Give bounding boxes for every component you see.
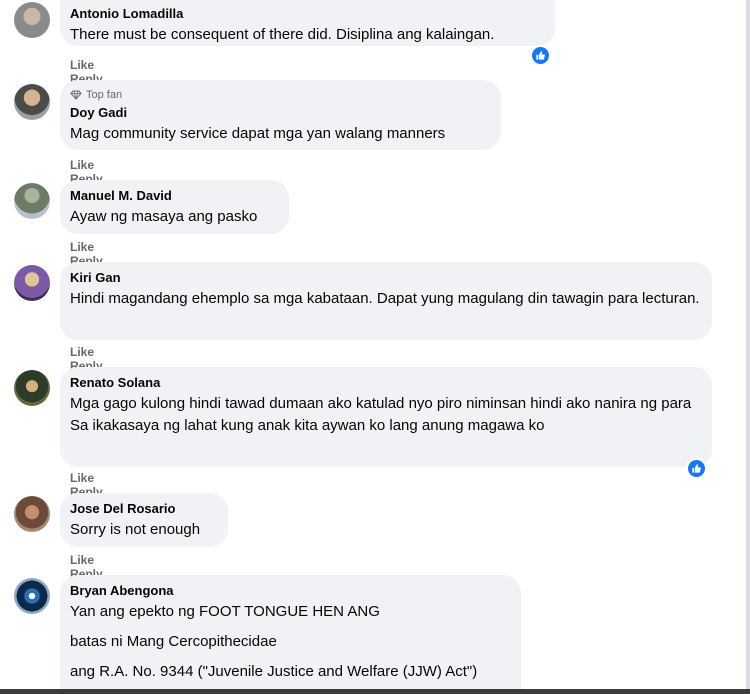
- commenter-name[interactable]: Bryan Abengona: [70, 583, 509, 599]
- like-button[interactable]: Like: [70, 158, 94, 172]
- commenter-name[interactable]: Antonio Lomadilla: [70, 6, 543, 22]
- thumbs-up-icon: [531, 46, 549, 64]
- avatar[interactable]: [14, 370, 50, 406]
- comment-bubble: Antonio Lomadilla There must be conseque…: [60, 0, 555, 46]
- commenter-name[interactable]: Renato Solana: [70, 375, 700, 391]
- top-fan-badge: Top fan: [70, 88, 489, 102]
- commenter-name[interactable]: Manuel M. David: [70, 188, 277, 204]
- commenter-name[interactable]: Kiri Gan: [70, 270, 700, 286]
- comment-bubble: Jose Del Rosario Sorry is not enough: [60, 493, 228, 547]
- comment-bubble: Renato Solana Mga gago kulong hindi tawa…: [60, 367, 712, 467]
- comment-text: There must be consequent of there did. D…: [70, 26, 495, 43]
- avatar[interactable]: [14, 2, 50, 38]
- avatar[interactable]: [14, 84, 50, 120]
- comment-text: Yan ang epekto ng FOOT TONGUE HEN ANG ba…: [70, 603, 478, 680]
- like-reaction[interactable]: [686, 458, 706, 478]
- scrollbar-track[interactable]: [746, 0, 750, 694]
- comment-bubble: Bryan Abengona Yan ang epekto ng FOOT TO…: [60, 575, 521, 694]
- comment-text: Mag community service dapat mga yan wala…: [70, 125, 446, 142]
- bottom-edge: [0, 689, 750, 694]
- like-button[interactable]: Like: [70, 345, 94, 359]
- like-button[interactable]: Like: [70, 553, 94, 567]
- like-button[interactable]: Like: [70, 58, 94, 72]
- commenter-name[interactable]: Jose Del Rosario: [70, 501, 216, 517]
- avatar[interactable]: [14, 265, 50, 301]
- like-button[interactable]: Like: [70, 240, 94, 254]
- like-reaction[interactable]: [530, 45, 550, 65]
- commenter-name[interactable]: Doy Gadi: [70, 105, 489, 121]
- diamond-icon: [70, 90, 82, 100]
- comment-text: Ayaw ng masaya ang pasko: [70, 208, 258, 225]
- avatar[interactable]: [14, 578, 50, 614]
- badge-label: Top fan: [86, 89, 123, 101]
- comment-bubble: Manuel M. David Ayaw ng masaya ang pasko: [60, 180, 289, 234]
- comment-bubble: Top fan Doy Gadi Mag community service d…: [60, 80, 501, 150]
- avatar[interactable]: [14, 496, 50, 532]
- like-button[interactable]: Like: [70, 471, 94, 485]
- comment-bubble: Kiri Gan Hindi magandang ehemplo sa mga …: [60, 262, 712, 340]
- comment-text: Hindi magandang ehemplo sa mga kabataan.…: [70, 290, 700, 307]
- avatar[interactable]: [14, 183, 50, 219]
- comment-text: Mga gago kulong hindi tawad dumaan ako k…: [70, 395, 692, 434]
- comment-text: Sorry is not enough: [70, 521, 201, 538]
- thumbs-up-icon: [687, 459, 705, 477]
